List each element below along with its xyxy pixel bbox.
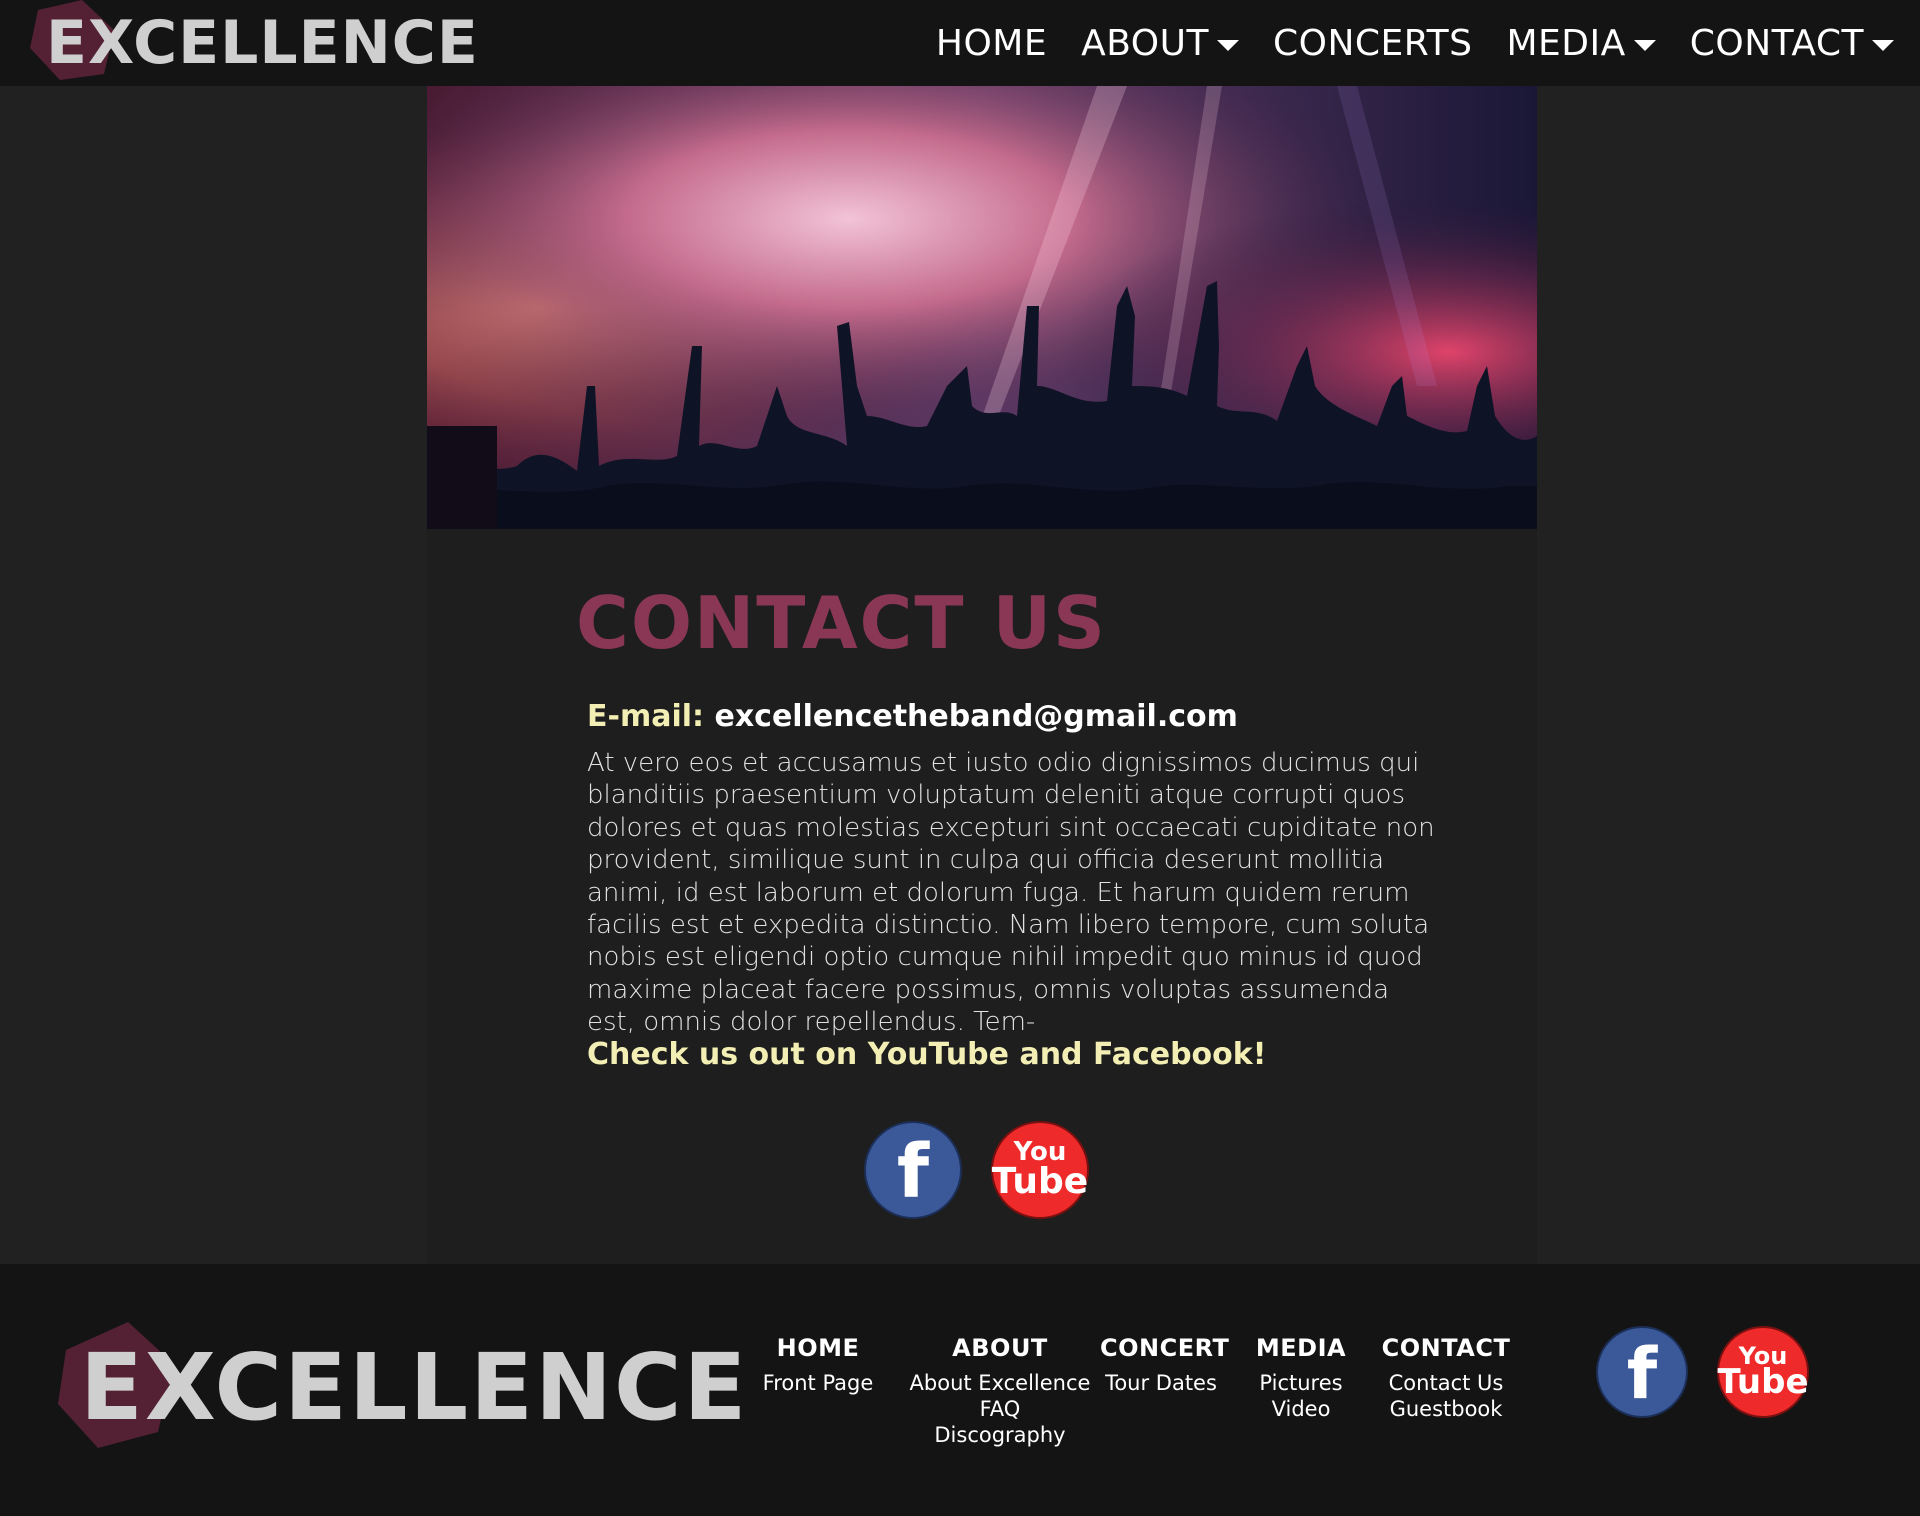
footer-link-discography[interactable]: Discography	[908, 1422, 1092, 1448]
brand-logo[interactable]: EXCELLENCE	[30, 0, 478, 86]
footer-link-tour-dates[interactable]: Tour Dates	[1100, 1370, 1222, 1396]
youtube-icon-bottom: Tube	[991, 1161, 1089, 1203]
email-label: E-mail:	[587, 699, 705, 734]
nav-concerts-label: CONCERTS	[1272, 22, 1473, 64]
footer-heading-concert[interactable]: CONCERT	[1100, 1334, 1229, 1362]
footer-link-about-excellence[interactable]: About Excellence	[908, 1370, 1092, 1396]
footer-link-video[interactable]: Video	[1246, 1396, 1356, 1422]
footer-col-about: ABOUT About Excellence FAQ Discography	[908, 1334, 1092, 1448]
footer-link-guestbook[interactable]: Guestbook	[1376, 1396, 1516, 1422]
footer-col-concert: CONCERT Tour Dates	[1100, 1334, 1229, 1396]
nav-contact[interactable]: CONTACT	[1690, 23, 1894, 64]
chevron-down-icon	[1633, 39, 1656, 51]
contact-description: At vero eos et accusamus et iusto odio d…	[587, 748, 1435, 1038]
footer-link-faq[interactable]: FAQ	[908, 1396, 1092, 1422]
page-title: CONTACT US	[576, 581, 1107, 665]
footer-col-media: MEDIA Pictures Video	[1246, 1334, 1356, 1422]
chevron-down-icon	[1872, 39, 1894, 51]
footer-link-front-page[interactable]: Front Page	[748, 1370, 888, 1396]
brand-wordmark: EXCELLENCE	[46, 8, 479, 78]
nav-media-label: MEDIA	[1506, 22, 1626, 64]
youtube-button[interactable]: You Tube	[991, 1121, 1089, 1219]
nav-about-label: ABOUT	[1081, 22, 1209, 64]
top-navbar: EXCELLENCE HOME ABOUT CONCERTS MEDIA CON…	[0, 0, 1920, 86]
footer-col-home: HOME Front Page	[748, 1334, 888, 1396]
nav-about[interactable]: ABOUT	[1081, 23, 1239, 64]
hero-image	[427, 86, 1537, 529]
youtube-icon-bottom: Tube	[1717, 1362, 1809, 1403]
social-cta: Check us out on YouTube and Facebook!	[587, 1037, 1267, 1072]
youtube-icon: You Tube	[991, 1140, 1089, 1203]
footer-heading-about[interactable]: ABOUT	[908, 1334, 1092, 1362]
site-footer: EXCELLENCE HOME Front Page ABOUT About E…	[0, 1264, 1920, 1516]
nav-concerts[interactable]: CONCERTS	[1273, 23, 1473, 64]
nav-contact-label: CONTACT	[1689, 22, 1864, 64]
youtube-icon: You Tube	[1717, 1344, 1809, 1403]
facebook-icon: f	[1626, 1333, 1658, 1415]
chevron-down-icon	[1216, 39, 1239, 51]
footer-facebook-button[interactable]: f	[1596, 1326, 1688, 1418]
contact-panel: CONTACT US E-mail: excellencetheband@gma…	[427, 529, 1537, 1264]
footer-link-pictures[interactable]: Pictures	[1246, 1370, 1356, 1396]
email-line: E-mail: excellencetheband@gmail.com	[587, 699, 1238, 734]
nav-media[interactable]: MEDIA	[1507, 23, 1656, 64]
footer-heading-home[interactable]: HOME	[748, 1334, 888, 1362]
footer-link-contact-us[interactable]: Contact Us	[1376, 1370, 1516, 1396]
footer-heading-contact[interactable]: CONTACT	[1376, 1334, 1516, 1362]
footer-brand-logo[interactable]: EXCELLENCE	[58, 1322, 746, 1452]
facebook-icon: f	[896, 1129, 930, 1215]
footer-brand-wordmark: EXCELLENCE	[80, 1334, 749, 1441]
nav-home[interactable]: HOME	[936, 23, 1047, 64]
concert-crowd-photo	[427, 86, 1537, 529]
footer-col-contact: CONTACT Contact Us Guestbook	[1376, 1334, 1516, 1422]
nav-home-label: HOME	[935, 22, 1048, 64]
footer-heading-media[interactable]: MEDIA	[1246, 1334, 1356, 1362]
facebook-button[interactable]: f	[864, 1121, 962, 1219]
email-link[interactable]: excellencetheband@gmail.com	[714, 699, 1237, 734]
main-nav: HOME ABOUT CONCERTS MEDIA CONTACT	[902, 0, 1894, 86]
footer-youtube-button[interactable]: You Tube	[1717, 1326, 1809, 1418]
